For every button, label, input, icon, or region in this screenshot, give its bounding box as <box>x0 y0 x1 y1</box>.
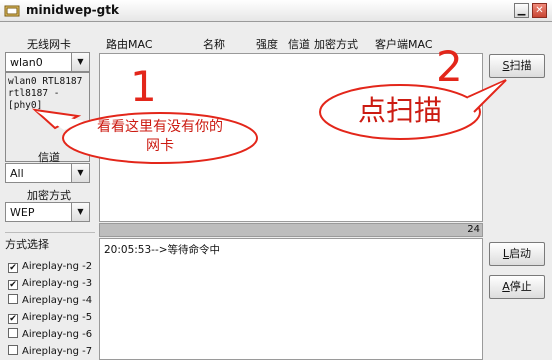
ap-count: 24 <box>467 224 480 235</box>
app-icon <box>4 5 20 17</box>
client-mac-header[interactable]: 客户端MAC <box>375 36 433 52</box>
mode-option[interactable]: Aireplay-ng -6 <box>8 328 92 342</box>
mode-option-label: Aireplay-ng -3 <box>22 278 93 289</box>
checkbox-checked-icon[interactable]: ✔ <box>8 280 18 290</box>
stop-mnemonic: A <box>502 280 510 293</box>
minimize-button[interactable]: ▁ <box>514 3 529 18</box>
mode-option[interactable]: ✔ Aireplay-ng -5 <box>8 311 92 325</box>
interface-line-2: rtl8187 - [phy0] <box>8 88 60 111</box>
encryption-select-value: WEP <box>10 206 35 219</box>
checkbox-checked-icon[interactable]: ✔ <box>8 314 18 324</box>
checkbox-checked-icon[interactable]: ✔ <box>8 263 18 273</box>
channel-select-value: All <box>10 167 24 180</box>
scan-button[interactable]: S扫描 <box>489 54 545 78</box>
mode-option-label: Aireplay-ng -5 <box>22 312 93 323</box>
encryption-header[interactable]: 加密方式 <box>314 36 358 52</box>
mode-option-label: Aireplay-ng -7 <box>22 346 93 357</box>
encryption-label: 加密方式 <box>27 189 71 202</box>
stop-button[interactable]: A停止 <box>489 275 545 299</box>
checkbox-unchecked-icon[interactable] <box>8 345 18 355</box>
channel-select[interactable]: All ▼ <box>5 163 90 183</box>
checkbox-unchecked-icon[interactable] <box>8 294 18 304</box>
encryption-select[interactable]: WEP ▼ <box>5 202 90 222</box>
minimize-icon: ▁ <box>517 5 526 16</box>
nic-select[interactable]: wlan0 ▼ <box>5 52 90 72</box>
ap-list[interactable] <box>99 53 483 222</box>
router-mac-header[interactable]: 路由MAC <box>106 36 153 52</box>
checkbox-unchecked-icon[interactable] <box>8 328 18 338</box>
interface-line-1: wlan0 RTL8187 <box>8 76 83 87</box>
mode-option[interactable]: ✔ Aireplay-ng -3 <box>8 277 92 291</box>
log-area[interactable]: 20:05:53-->等待命令中 <box>99 238 483 360</box>
strength-header[interactable]: 强度 <box>256 36 278 52</box>
chevron-down-icon: ▼ <box>71 164 89 182</box>
mode-option[interactable]: ✔ Aireplay-ng -2 <box>8 260 92 274</box>
chevron-down-icon: ▼ <box>71 53 89 71</box>
chevron-down-icon: ▼ <box>71 203 89 221</box>
nic-header: 无线网卡 <box>27 38 71 51</box>
start-button[interactable]: L启动 <box>489 242 545 266</box>
log-line: 20:05:53-->等待命令中 <box>104 244 221 256</box>
mode-option-label: Aireplay-ng -6 <box>22 329 93 340</box>
channel-header[interactable]: 信道 <box>288 36 310 52</box>
mode-option[interactable]: Aireplay-ng -4 <box>8 294 92 308</box>
close-icon: ✕ <box>535 5 544 16</box>
mode-group-title: 方式选择 <box>5 236 52 252</box>
window-title: minidwep-gtk <box>26 3 119 17</box>
title-bar: minidwep-gtk ▁ ✕ <box>0 0 552 22</box>
mode-option[interactable]: Aireplay-ng -7 <box>8 345 92 359</box>
start-label: 启动 <box>509 247 532 260</box>
name-header[interactable]: 名称 <box>203 36 225 52</box>
close-button[interactable]: ✕ <box>532 3 547 18</box>
mode-option-label: Aireplay-ng -2 <box>22 261 93 272</box>
status-bar: 24 <box>99 223 483 237</box>
scan-label: 扫描 <box>509 59 532 72</box>
stop-label: 停止 <box>509 280 532 293</box>
mode-option-label: Aireplay-ng -4 <box>22 295 93 306</box>
main-window: 无线网卡 路由MAC 名称 强度 信道 加密方式 客户端MAC wlan0 ▼ … <box>0 22 552 360</box>
nic-select-value: wlan0 <box>10 56 43 69</box>
